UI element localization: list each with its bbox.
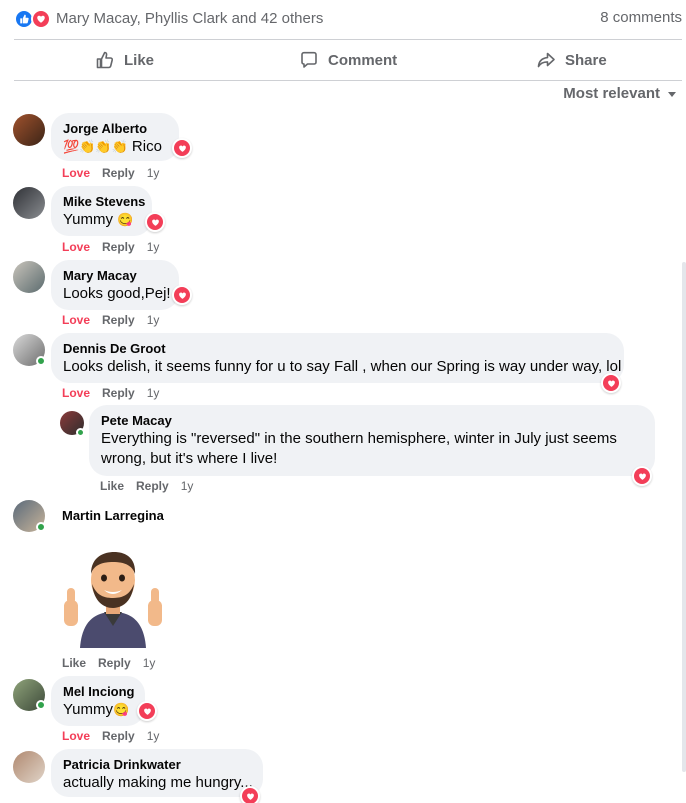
reply-link[interactable]: Reply [102,386,135,400]
comment-author[interactable]: Dennis De Groot [63,341,612,357]
sort-label: Most relevant [563,85,660,102]
timestamp[interactable]: 1y [181,479,194,493]
comment-text: Everything is "reversed" in the southern… [101,430,617,467]
comment-actions: Like Reply 1y [62,656,155,670]
love-reaction-badge[interactable] [137,701,157,721]
reply-link[interactable]: Reply [102,313,135,327]
comment-label: Comment [328,51,398,69]
comment-text: actually making me hungry... [63,774,253,791]
reaction-icons [14,9,52,29]
divider [14,80,682,81]
avatar[interactable] [13,751,45,783]
avatar[interactable] [13,114,45,146]
like-label: Like [124,51,155,69]
share-button[interactable]: Share [536,44,607,76]
comment-bubble: Mel Inciong Yummy😋 [51,676,145,726]
online-status-indicator [36,522,46,532]
comment-actions: Like Reply 1y [100,479,193,493]
reaction-link[interactable]: Love [62,240,90,254]
comment-author[interactable]: Mel Inciong [63,684,135,700]
comment-text: Looks delish, it seems funny for u to sa… [63,358,622,375]
comment-author[interactable]: Jorge Alberto [63,121,167,137]
love-reaction-badge[interactable] [240,786,260,803]
online-status-indicator [36,700,46,710]
comment-text: Rico [131,138,162,155]
like-link[interactable]: Like [62,656,86,670]
share-icon [537,52,555,68]
comment-author[interactable]: Mary Macay [63,268,167,284]
reaction-link[interactable]: Love [62,729,90,743]
thumbs-up-icon [96,51,114,69]
comment-actions: Love Reply 1y [62,240,159,254]
emoji: 💯👏👏👏 [63,139,128,154]
love-reaction-badge[interactable] [145,212,165,232]
emoji: 😋 [117,212,134,227]
divider [14,39,682,40]
comment-bubble: Mike Stevens Yummy 😋 [51,186,152,236]
share-label: Share [565,51,607,69]
comment-author[interactable]: Pete Macay [101,413,643,429]
timestamp[interactable]: 1y [147,386,160,400]
scrollbar[interactable] [682,262,686,772]
comment-bubble: Jorge Alberto 💯👏👏👏 Rico [51,113,179,161]
comment-sort-dropdown[interactable]: Most relevant [563,85,678,102]
reply-link[interactable]: Reply [102,166,135,180]
reply-link[interactable]: Reply [102,240,135,254]
reply-link[interactable]: Reply [136,479,169,493]
comment-actions: Love Reply 1y [62,729,159,743]
love-reaction-icon [31,9,51,29]
timestamp[interactable]: 1y [143,656,156,670]
comment-text: Looks good,Pej! [63,285,171,302]
online-status-indicator [76,428,85,437]
comments-count[interactable]: 8 comments [600,9,682,26]
avatar[interactable] [13,187,45,219]
love-reaction-badge[interactable] [601,373,621,393]
avatar-sticker[interactable] [60,548,166,648]
comment-author[interactable]: Mike Stevens [63,194,145,210]
comment-bubble: Mary Macay Looks good,Pej! [51,260,179,310]
comment-text: Yummy [63,701,114,718]
reaction-link[interactable]: Love [62,386,90,400]
comment-actions: Love Reply 1y [62,166,159,180]
love-reaction-badge[interactable] [172,285,192,305]
avatar[interactable] [13,261,45,293]
emoji: 😋 [113,702,130,717]
comment-bubble: Patricia Drinkwater actually making me h… [51,749,263,797]
post-action-bar: Like Comment Share [14,44,682,76]
reaction-link[interactable]: Love [62,313,90,327]
reaction-names[interactable]: Mary Macay, Phyllis Clark and 42 others [56,10,323,27]
comment-actions: Love Reply 1y [62,313,159,327]
timestamp[interactable]: 1y [147,166,160,180]
reply-link[interactable]: Reply [102,729,135,743]
comment-icon [301,51,317,68]
comment-button[interactable]: Comment [299,44,397,76]
comment-text: Yummy [63,211,114,228]
timestamp[interactable]: 1y [147,240,160,254]
comment-bubble: Dennis De Groot Looks delish, it seems f… [51,333,624,383]
caret-down-icon [668,91,676,97]
timestamp[interactable]: 1y [147,313,160,327]
reaction-link[interactable]: Love [62,166,90,180]
comment-author[interactable]: Patricia Drinkwater [63,757,251,773]
timestamp[interactable]: 1y [147,729,160,743]
comment-actions: Love Reply 1y [62,386,159,400]
love-reaction-badge[interactable] [632,466,652,486]
reactions-summary[interactable]: Mary Macay, Phyllis Clark and 42 others … [14,8,682,30]
like-link[interactable]: Like [100,479,124,493]
reply-bubble: Pete Macay Everything is "reversed" in t… [89,405,655,476]
online-status-indicator [36,356,46,366]
like-button[interactable]: Like [95,44,154,76]
reply-link[interactable]: Reply [98,656,131,670]
love-reaction-badge[interactable] [172,138,192,158]
comment-author[interactable]: Martin Larregina [62,508,164,523]
